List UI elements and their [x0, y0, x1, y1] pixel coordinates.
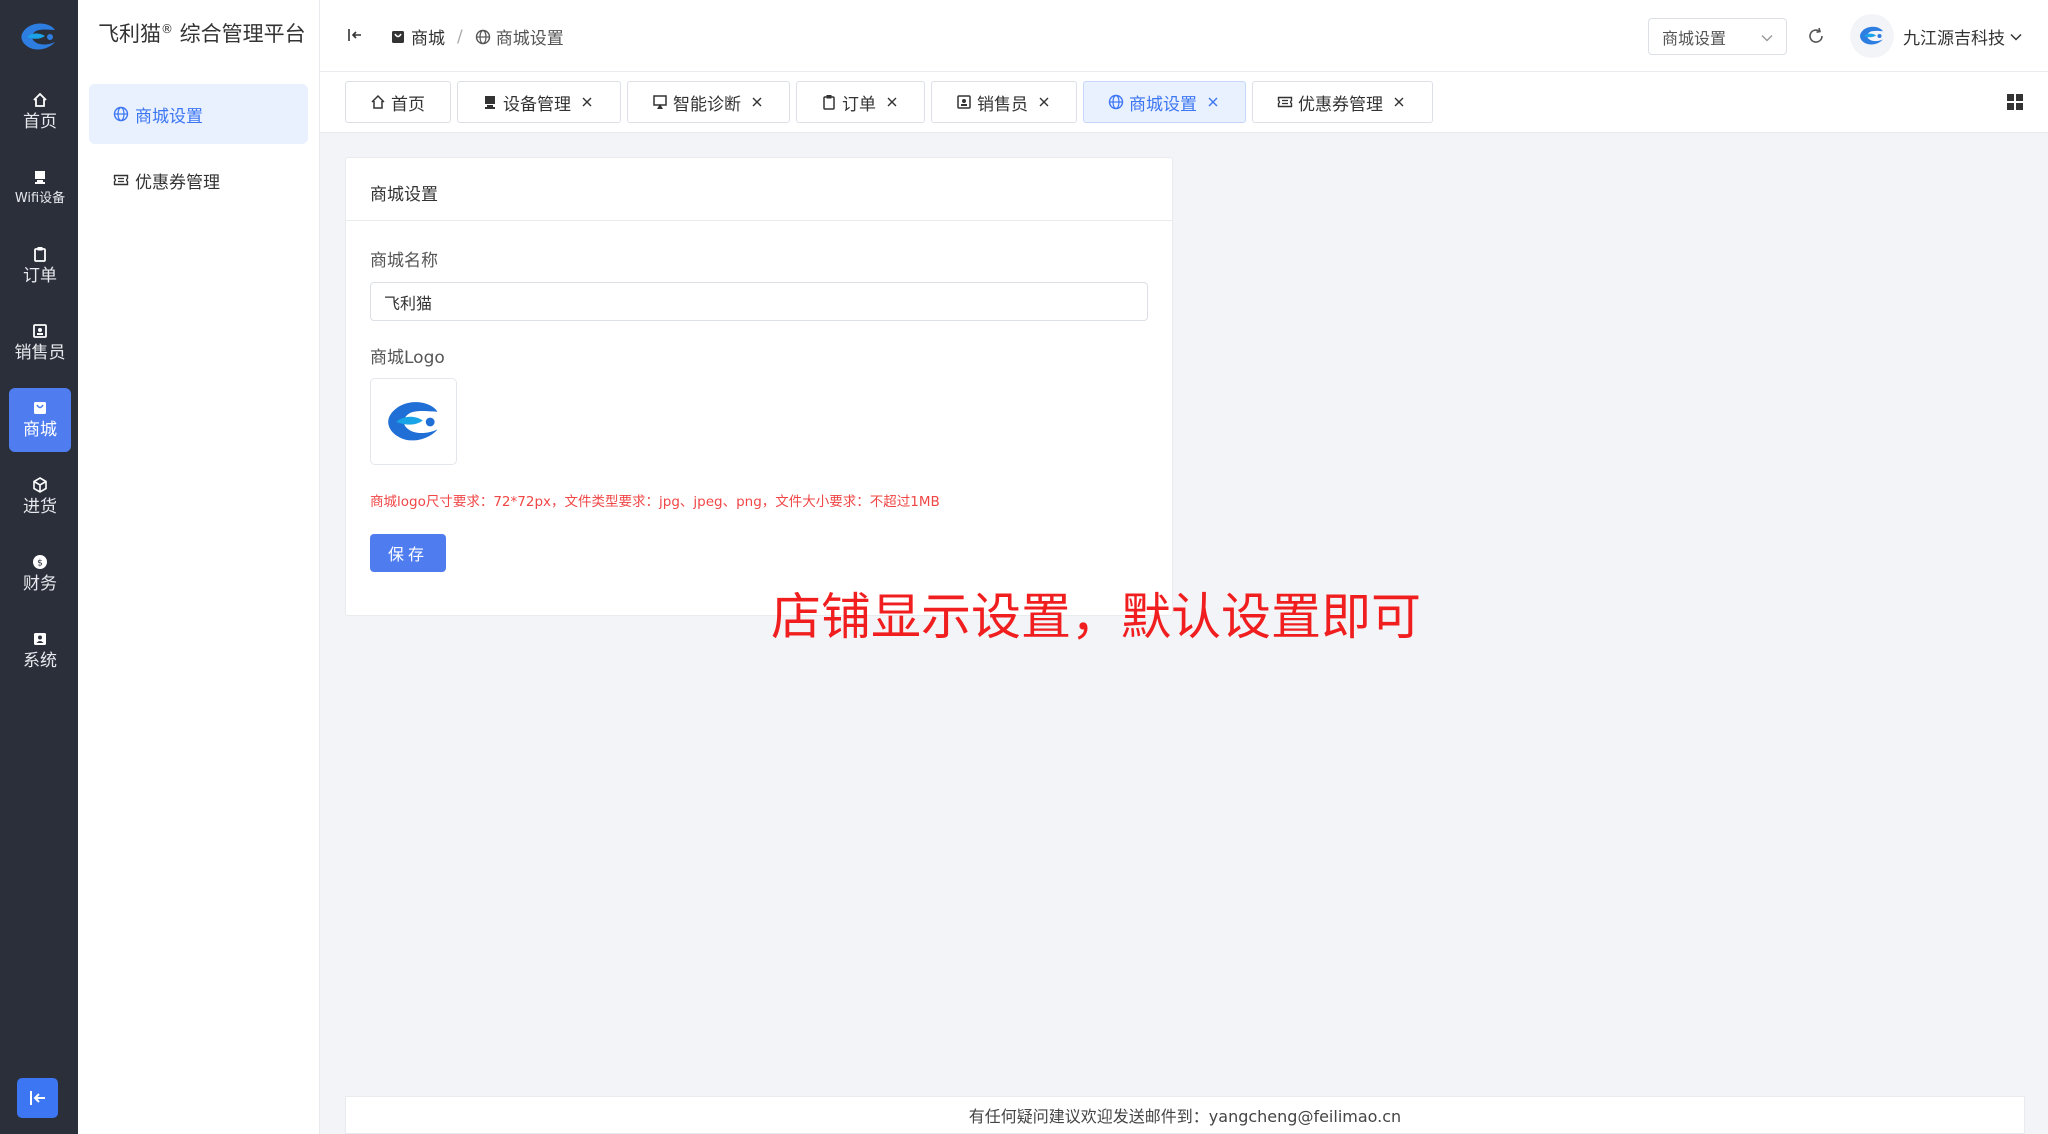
- rail-item-label: 商城: [23, 420, 57, 440]
- rail-item-label: 财务: [23, 574, 57, 594]
- clipboard-icon: [34, 247, 46, 262]
- secondary-sidebar: 飞利猫® 综合管理平台 商城设置 优惠券管理: [78, 0, 320, 1134]
- tab-label: 智能诊断: [673, 94, 741, 115]
- annotation-note: 店铺显示设置，默认设置即可: [771, 588, 1421, 646]
- globe-icon: [113, 106, 129, 122]
- platform-title-suffix: 综合管理平台: [173, 22, 306, 46]
- airplay-icon: [653, 95, 667, 109]
- rail-item-label: 进货: [23, 497, 57, 517]
- rail-item-label: 系统: [23, 651, 57, 671]
- id-card-icon: [33, 324, 47, 338]
- rail-item-purchase[interactable]: 进货: [9, 465, 71, 529]
- close-icon[interactable]: [1393, 96, 1405, 108]
- app-rail: 首页 Wifi设备 订单 销售员 商城 进货 $ 财务 系统: [0, 0, 78, 1134]
- breadcrumb-label: 商城: [411, 29, 445, 49]
- mall-logo-upload[interactable]: [370, 378, 457, 465]
- tab-label: 订单: [842, 94, 876, 115]
- shop-bag-icon: [34, 402, 46, 414]
- brand-logo-icon: [1860, 26, 1883, 45]
- grid-menu-icon[interactable]: [2006, 93, 2024, 111]
- brand-logo-icon[interactable]: [17, 20, 61, 54]
- tab-label: 设备管理: [503, 94, 571, 115]
- arrow-left-to-line-icon: [29, 1091, 45, 1105]
- rail-item-label: 订单: [23, 266, 57, 286]
- rail-item-label: Wifi设备: [14, 191, 66, 206]
- refresh-icon[interactable]: [1806, 26, 1826, 46]
- platform-title-brand: 飞利猫: [98, 22, 161, 46]
- tab-smart-diagnosis[interactable]: 智能诊断: [627, 81, 790, 123]
- rail-item-system[interactable]: 系统: [9, 619, 71, 683]
- tab-coupon-management[interactable]: 优惠券管理: [1252, 81, 1433, 123]
- tab-label: 销售员: [977, 94, 1028, 115]
- platform-title: 飞利猫® 综合管理平台: [98, 18, 306, 48]
- page-select-value: 商城设置: [1662, 28, 1727, 48]
- close-icon[interactable]: [886, 96, 898, 108]
- coin-icon: $: [33, 555, 47, 569]
- monitor-icon: [35, 171, 45, 184]
- monitor-icon: [485, 96, 495, 109]
- svg-text:$: $: [37, 559, 43, 569]
- rail-item-orders[interactable]: 订单: [9, 234, 71, 298]
- mall-settings-card: 商城设置 商城名称 商城Logo 商城logo尺寸要求：72*72px，文件类型…: [345, 157, 1173, 616]
- box-icon: [33, 477, 47, 493]
- tab-orders[interactable]: 订单: [796, 81, 925, 123]
- tabs-bar: 首页 设备管理 智能诊断 订单 销售员 商城设置 优惠券管理: [320, 72, 2048, 133]
- mall-name-label: 商城名称: [370, 251, 438, 271]
- logo-requirements-hint: 商城logo尺寸要求：72*72px，文件类型要求：jpg、jpeg、png，文…: [370, 494, 940, 510]
- breadcrumb-item-mall[interactable]: 商城: [390, 24, 445, 49]
- user-name: 九江源吉科技: [1903, 29, 2005, 49]
- breadcrumb-label: 商城设置: [495, 29, 564, 49]
- sidebar-item-mall-settings[interactable]: 商城设置: [89, 84, 308, 144]
- rail-item-label: 首页: [23, 112, 57, 132]
- tab-label: 优惠券管理: [1298, 94, 1383, 115]
- registered-mark: ®: [161, 22, 173, 36]
- mall-logo-label: 商城Logo: [370, 348, 445, 368]
- breadcrumb: 商城 / 商城设置: [390, 24, 564, 49]
- shop-bag-icon: [392, 30, 404, 43]
- user-card-icon: [34, 633, 46, 645]
- rail-item-salesmen[interactable]: 销售员: [9, 311, 71, 375]
- close-icon[interactable]: [751, 96, 763, 108]
- close-icon[interactable]: [1207, 96, 1219, 108]
- globe-icon: [475, 29, 490, 44]
- collapse-sidebar-icon[interactable]: [346, 26, 364, 44]
- chevron-down-icon: [1761, 35, 1773, 42]
- home-icon: [33, 92, 47, 107]
- top-header: 商城 / 商城设置 商城设置 九江源吉科技: [320, 0, 2048, 72]
- tab-salesmen[interactable]: 销售员: [931, 81, 1077, 123]
- rail-item-wifi-devices[interactable]: Wifi设备: [9, 157, 71, 221]
- rail-item-home[interactable]: 首页: [9, 80, 71, 144]
- chevron-down-icon: [2010, 33, 2022, 41]
- mall-name-input[interactable]: [370, 282, 1148, 321]
- sidebar-item-label: 商城设置: [135, 106, 203, 127]
- rail-item-finance[interactable]: $ 财务: [9, 542, 71, 606]
- avatar[interactable]: [1850, 14, 1894, 58]
- tab-label: 商城设置: [1129, 94, 1197, 115]
- id-card-icon: [957, 95, 971, 109]
- card-title: 商城设置: [346, 158, 1172, 221]
- home-icon: [371, 94, 385, 109]
- breadcrumb-item-mall-settings: 商城设置: [475, 24, 564, 49]
- tab-mall-settings[interactable]: 商城设置: [1083, 81, 1246, 123]
- sidebar-item-label: 优惠券管理: [135, 172, 220, 193]
- globe-icon: [1108, 94, 1124, 110]
- user-menu[interactable]: 九江源吉科技: [1903, 24, 2023, 49]
- rail-item-mall[interactable]: 商城: [9, 388, 71, 452]
- ticket-icon: [1277, 96, 1293, 108]
- sidebar-item-coupon-management[interactable]: 优惠券管理: [89, 150, 308, 210]
- tab-label: 首页: [391, 94, 425, 115]
- rail-item-label: 销售员: [14, 343, 66, 363]
- footer-contact: 有任何疑问建议欢迎发送邮件到：yangcheng@feilimao.cn: [345, 1096, 2025, 1134]
- page-select[interactable]: 商城设置: [1648, 18, 1787, 55]
- breadcrumb-separator: /: [457, 26, 463, 47]
- tab-home[interactable]: 首页: [345, 81, 451, 123]
- collapse-rail-button[interactable]: [17, 1078, 58, 1118]
- close-icon[interactable]: [1038, 96, 1050, 108]
- ticket-icon: [113, 174, 129, 186]
- tab-device-management[interactable]: 设备管理: [457, 81, 621, 123]
- close-icon[interactable]: [581, 96, 593, 108]
- brand-logo-icon: [387, 401, 438, 440]
- clipboard-icon: [823, 95, 835, 110]
- save-button[interactable]: 保存: [370, 534, 446, 572]
